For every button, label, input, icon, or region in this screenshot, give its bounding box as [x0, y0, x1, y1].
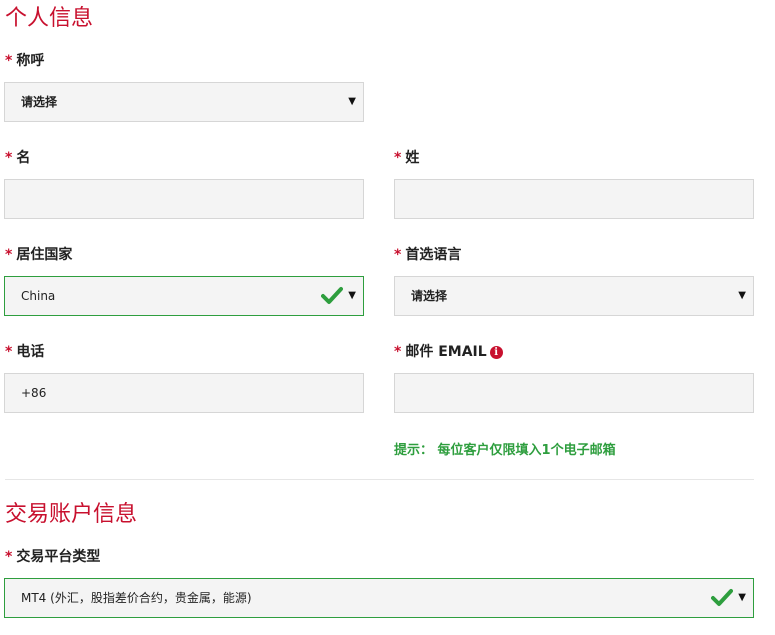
email-field[interactable]: [394, 373, 754, 413]
required-marker: *: [5, 247, 13, 263]
last-name-label: * 姓: [394, 149, 419, 167]
last-name-input[interactable]: [394, 179, 754, 219]
caret-down-icon: ▼: [738, 592, 746, 603]
checkmark-icon: [321, 287, 343, 304]
salutation-value: 请选择: [21, 95, 58, 109]
required-marker: *: [394, 150, 402, 166]
phone-value: +86: [21, 386, 47, 400]
salutation-label: * 称呼: [5, 52, 44, 70]
caret-down-icon: ▼: [348, 96, 356, 107]
first-name-input[interactable]: [4, 179, 364, 219]
language-select[interactable]: 请选择 ▼: [394, 276, 754, 316]
required-marker: *: [5, 344, 13, 360]
email-hint: 提示： 每位客户仅限填入1个电子邮箱: [394, 443, 616, 458]
required-marker: *: [394, 344, 402, 360]
phone-label-text: 电话: [16, 344, 45, 360]
language-label-text: 首选语言: [405, 247, 462, 263]
checkmark-icon: [711, 589, 733, 606]
first-name-label-text: 名: [16, 150, 31, 166]
country-select[interactable]: China ▼: [4, 276, 364, 316]
info-circle-icon[interactable]: i: [489, 346, 503, 359]
phone-input[interactable]: +86: [4, 373, 364, 413]
first-name-label: * 名: [5, 149, 30, 167]
salutation-label-text: 称呼: [16, 53, 45, 69]
required-marker: *: [5, 549, 13, 565]
platform-label-text: 交易平台类型: [16, 549, 101, 565]
platform-label: * 交易平台类型: [5, 548, 100, 566]
country-label-text: 居住国家: [16, 247, 73, 263]
platform-value: MT4 (外汇，股指差价合约，贵金属，能源): [21, 591, 252, 605]
phone-label: * 电话: [5, 343, 44, 361]
required-marker: *: [394, 247, 402, 263]
country-label: * 居住国家: [5, 246, 72, 264]
language-value: 请选择: [411, 289, 448, 303]
last-name-label-text: 姓: [405, 150, 420, 166]
email-label-text: 邮件 EMAIL: [405, 344, 487, 360]
salutation-select[interactable]: 请选择 ▼: [4, 82, 364, 122]
platform-select[interactable]: MT4 (外汇，股指差价合约，贵金属，能源) ▼: [4, 578, 754, 618]
caret-down-icon: ▼: [348, 290, 356, 301]
section-divider: [5, 479, 754, 480]
language-label: * 首选语言: [394, 246, 461, 264]
trading-account-title: 交易账户信息: [5, 502, 138, 527]
caret-down-icon: ▼: [738, 290, 746, 301]
country-value: China: [21, 289, 56, 303]
required-marker: *: [5, 53, 13, 69]
required-marker: *: [5, 150, 13, 166]
email-label: * 邮件 EMAIL i: [394, 343, 503, 361]
personal-info-title: 个人信息: [5, 6, 94, 31]
